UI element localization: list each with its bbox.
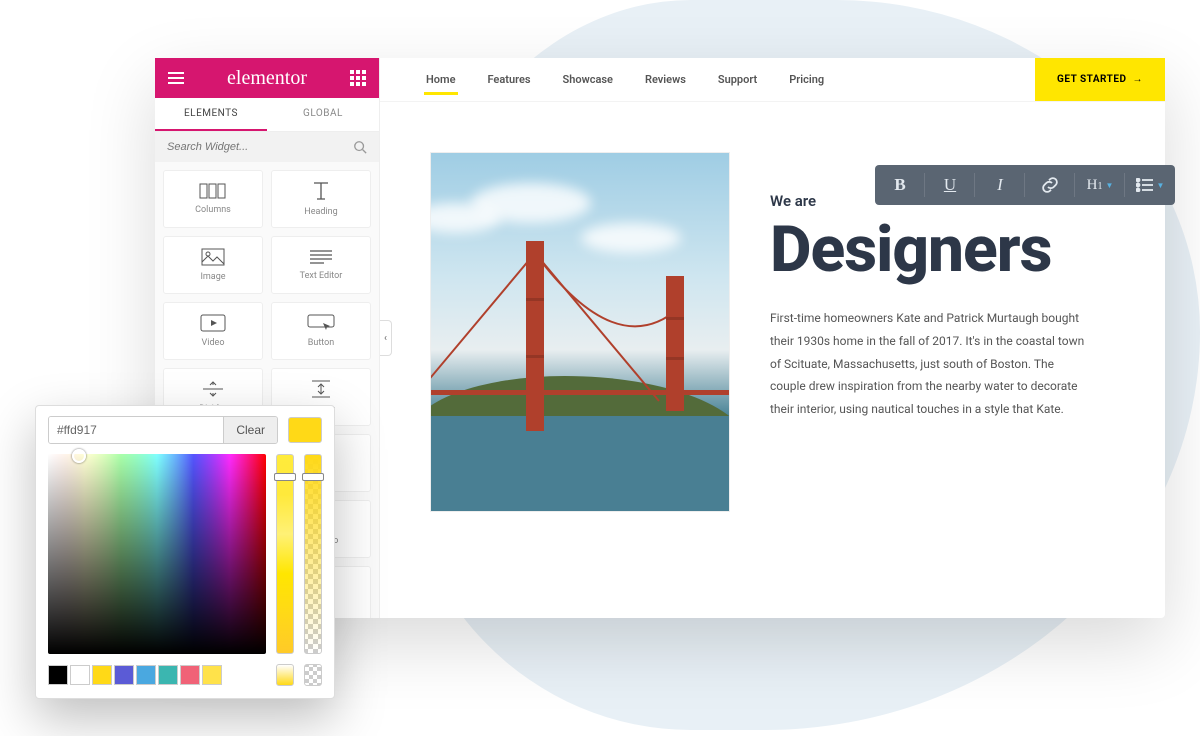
get-started-button[interactable]: GET STARTED → <box>1035 58 1165 101</box>
image-icon <box>201 248 225 266</box>
nav-reviews[interactable]: Reviews <box>629 58 702 101</box>
current-color-swatch <box>288 417 322 443</box>
bold-button[interactable]: B <box>875 165 925 205</box>
button-icon <box>307 314 335 332</box>
link-button[interactable] <box>1025 165 1075 205</box>
preset-swatch[interactable] <box>136 665 156 685</box>
preset-swatch[interactable] <box>202 665 222 685</box>
mini-hue-slider[interactable] <box>276 664 294 686</box>
top-nav: Home Features Showcase Reviews Support P… <box>380 58 1165 102</box>
collapse-sidebar-handle[interactable]: ‹ <box>380 320 392 356</box>
tab-global[interactable]: GLOBAL <box>267 98 379 131</box>
preview-pane: Home Features Showcase Reviews Support P… <box>380 58 1165 618</box>
search-input[interactable] <box>167 141 353 153</box>
preset-swatch[interactable] <box>180 665 200 685</box>
hex-input-group: Clear <box>48 416 278 444</box>
color-picker: Clear <box>35 405 335 699</box>
alpha-handle[interactable] <box>302 473 324 481</box>
preset-swatch[interactable] <box>114 665 134 685</box>
nav-showcase[interactable]: Showcase <box>547 58 629 101</box>
preset-swatch[interactable] <box>48 665 68 685</box>
nav-home[interactable]: Home <box>410 58 472 101</box>
widget-image[interactable]: Image <box>163 236 263 294</box>
nav-features[interactable]: Features <box>472 58 547 101</box>
heading-dropdown[interactable]: H1▼ <box>1075 165 1125 205</box>
sidebar-tabs: ELEMENTS GLOBAL <box>155 98 379 132</box>
alpha-slider[interactable] <box>304 454 322 654</box>
text-format-toolbar: B U I H1▼ ▼ <box>875 165 1175 205</box>
widget-label: Columns <box>195 205 231 215</box>
preset-swatches <box>48 665 266 685</box>
brand-logo: elementor <box>227 67 307 90</box>
widget-columns[interactable]: Columns <box>163 170 263 228</box>
widget-search <box>155 132 379 162</box>
arrow-right-icon: → <box>1133 74 1144 85</box>
widget-video[interactable]: Video <box>163 302 263 360</box>
hue-handle[interactable] <box>274 473 296 481</box>
preset-swatch[interactable] <box>158 665 178 685</box>
underline-button[interactable]: U <box>925 165 975 205</box>
hero-image[interactable] <box>430 152 730 512</box>
widget-heading[interactable]: Heading <box>271 170 371 228</box>
link-icon <box>1041 176 1059 194</box>
saturation-field[interactable] <box>48 454 266 654</box>
widget-label: Video <box>202 338 225 348</box>
hamburger-icon[interactable] <box>167 69 185 87</box>
sidebar-header: elementor <box>155 58 379 98</box>
video-icon <box>200 314 226 332</box>
preset-swatch[interactable] <box>92 665 112 685</box>
clear-button[interactable]: Clear <box>223 417 277 443</box>
caret-down-icon: ▼ <box>1105 181 1113 190</box>
tab-elements[interactable]: ELEMENTS <box>155 98 267 131</box>
apps-grid-icon[interactable] <box>349 69 367 87</box>
list-icon <box>1136 178 1154 192</box>
list-dropdown[interactable]: ▼ <box>1125 165 1175 205</box>
cta-label: GET STARTED <box>1057 74 1126 85</box>
heading-icon <box>310 181 332 201</box>
italic-button[interactable]: I <box>975 165 1025 205</box>
widget-button[interactable]: Button <box>271 302 371 360</box>
caret-down-icon: ▼ <box>1157 181 1165 190</box>
hero-text: We are Designers First-time homeowners K… <box>770 152 1105 618</box>
spacer-icon <box>309 379 333 399</box>
mini-alpha-slider[interactable] <box>304 664 322 686</box>
divider-icon <box>201 380 225 398</box>
widget-label: Heading <box>304 207 337 217</box>
saturation-handle[interactable] <box>72 449 86 463</box>
widget-text-editor[interactable]: Text Editor <box>271 236 371 294</box>
nav-support[interactable]: Support <box>702 58 773 101</box>
preset-swatch[interactable] <box>70 665 90 685</box>
widget-label: Button <box>308 338 334 348</box>
headline-text[interactable]: Designers <box>770 212 1105 287</box>
widget-label: Image <box>200 272 225 282</box>
nav-pricing[interactable]: Pricing <box>773 58 840 101</box>
text-editor-icon <box>309 249 333 265</box>
widget-label: Text Editor <box>300 271 343 281</box>
columns-icon <box>199 183 227 199</box>
body-text[interactable]: First-time homeowners Kate and Patrick M… <box>770 307 1090 421</box>
hue-slider[interactable] <box>276 454 294 654</box>
hex-input[interactable] <box>49 417 223 443</box>
search-icon <box>353 140 367 154</box>
